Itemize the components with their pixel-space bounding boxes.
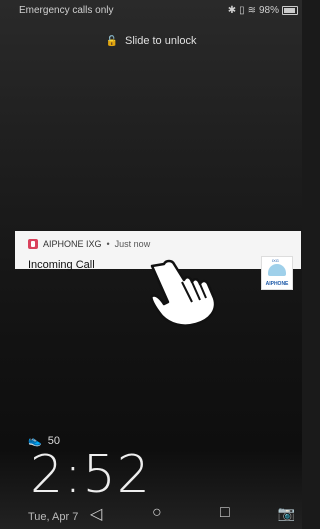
notification-thumbnail: IXG AIPHONE	[261, 256, 293, 290]
slide-to-unlock[interactable]: 🔓 Slide to unlock	[0, 35, 302, 47]
tap-hand-icon	[150, 259, 217, 327]
notification-app-name: AIPHONE IXG	[43, 239, 102, 249]
app-icon	[28, 239, 38, 249]
navigation-bar: ◁ ○ □	[0, 500, 302, 529]
home-icon[interactable]: ○	[152, 504, 162, 522]
vibrate-icon: ▯	[239, 5, 245, 16]
bell-icon	[268, 264, 286, 276]
notification-time: Just now	[114, 239, 151, 249]
slide-unlock-label: Slide to unlock	[124, 35, 197, 47]
separator-dot: •	[106, 239, 110, 249]
carrier-status: Emergency calls only	[19, 5, 114, 16]
battery-percent: 98%	[258, 5, 279, 16]
status-icons: ✱ ▯ ≋ 98%	[228, 5, 298, 16]
bluetooth-icon: ✱	[227, 5, 237, 16]
notification-header: AIPHONE IXG • Just now	[28, 239, 150, 249]
wifi-icon: ≋	[247, 5, 256, 16]
thumbnail-badge: IXG	[272, 258, 279, 263]
battery-icon	[282, 6, 298, 15]
lockscreen-clock: 2:52	[30, 445, 151, 505]
status-bar: Emergency calls only ✱ ▯ ≋ 98%	[0, 0, 302, 22]
notification-title: Incoming Call	[28, 259, 95, 271]
lock-icon: 🔓	[105, 36, 118, 47]
back-icon[interactable]: ◁	[90, 504, 102, 524]
thumbnail-brand: AIPHONE	[265, 281, 289, 287]
recents-icon[interactable]: □	[220, 504, 230, 522]
camera-icon[interactable]: 📷	[278, 505, 295, 522]
